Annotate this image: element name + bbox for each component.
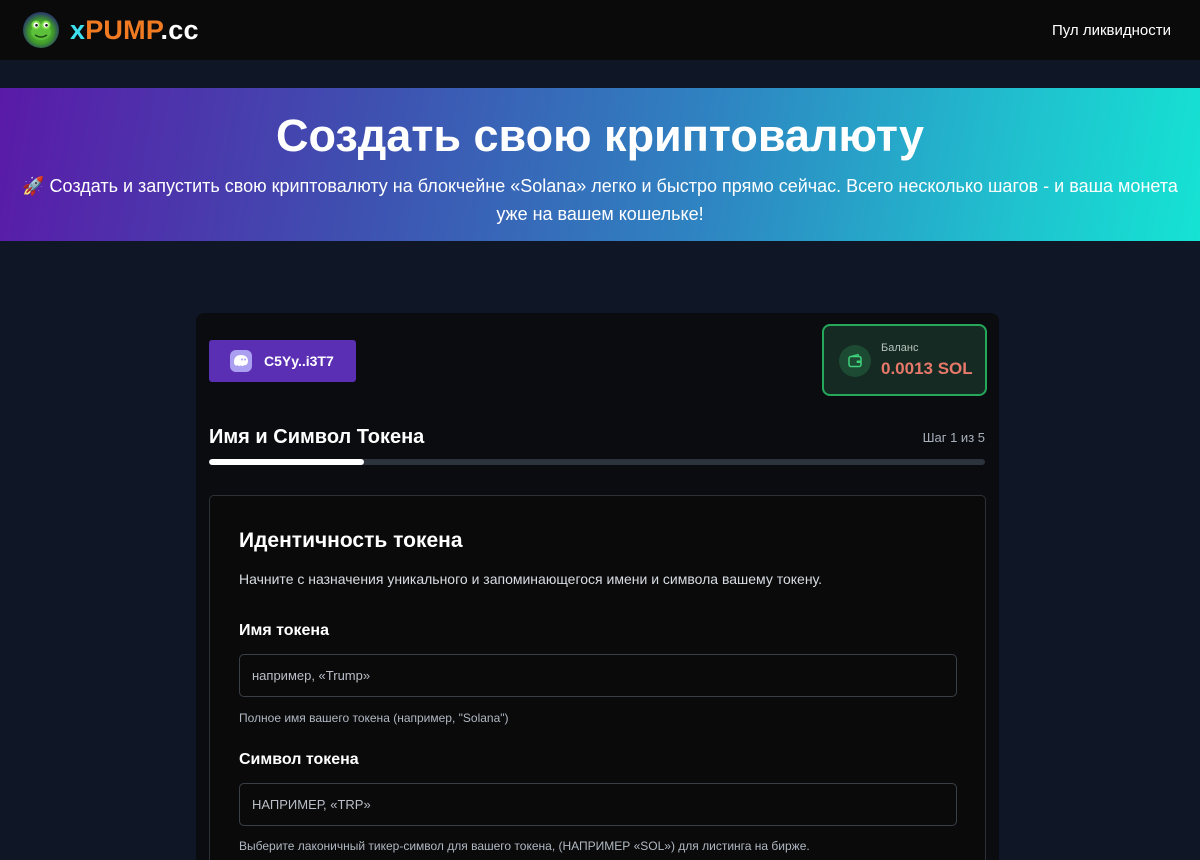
token-name-input[interactable] (239, 654, 957, 697)
balance-badge: Баланс 0.0013 SOL (822, 324, 987, 396)
token-symbol-label: Символ токена (239, 751, 359, 768)
brand-pump: PUMP (85, 14, 161, 45)
brand-logo-link[interactable]: xPUMP.cc (23, 12, 199, 48)
section-description: Начните с назначения уникального и запом… (239, 571, 823, 587)
phantom-ghost-icon (230, 350, 252, 372)
token-symbol-input[interactable] (239, 783, 957, 826)
wallet-address-label: C5Yy..i3T7 (264, 353, 334, 369)
wallet-icon (839, 345, 871, 377)
section-title: Идентичность токена (239, 529, 463, 552)
token-symbol-hint: Выберите лаконичный тикер-символ для ваш… (239, 839, 810, 853)
top-navbar: xPUMP.cc Пул ликвидности (0, 0, 1200, 60)
balance-value: 0.0013 SOL (881, 359, 973, 378)
step-counter: Шаг 1 из 5 (922, 430, 985, 445)
step-progress-bar (209, 459, 985, 465)
token-creator-card: C5Yy..i3T7 Баланс 0.0013 SOL Имя и Симво… (196, 313, 999, 860)
step-progress-fill (209, 459, 365, 465)
frog-logo-icon (23, 12, 59, 48)
token-name-hint: Полное имя вашего токена (например, "Sol… (239, 711, 509, 725)
wallet-address-button[interactable]: C5Yy..i3T7 (209, 340, 356, 382)
hero-title: Создать свою криптовалюту (275, 110, 925, 161)
brand-name: xPUMP.cc (70, 15, 199, 46)
hero-subtitle: 🚀 Создать и запустить свою криптовалюту … (22, 176, 1178, 224)
brand-cc: .cc (160, 14, 199, 45)
balance-label: Баланс (881, 342, 919, 354)
nav-liquidity-pool-link[interactable]: Пул ликвидности (1052, 22, 1171, 39)
token-name-label: Имя токена (239, 622, 329, 639)
step-title: Имя и Символ Токена (209, 426, 425, 448)
token-identity-section: Идентичность токена Начните с назначения… (209, 495, 986, 860)
brand-x: x (70, 14, 86, 45)
hero-banner: Создать свою криптовалюту 🚀 Создать и за… (0, 88, 1200, 241)
